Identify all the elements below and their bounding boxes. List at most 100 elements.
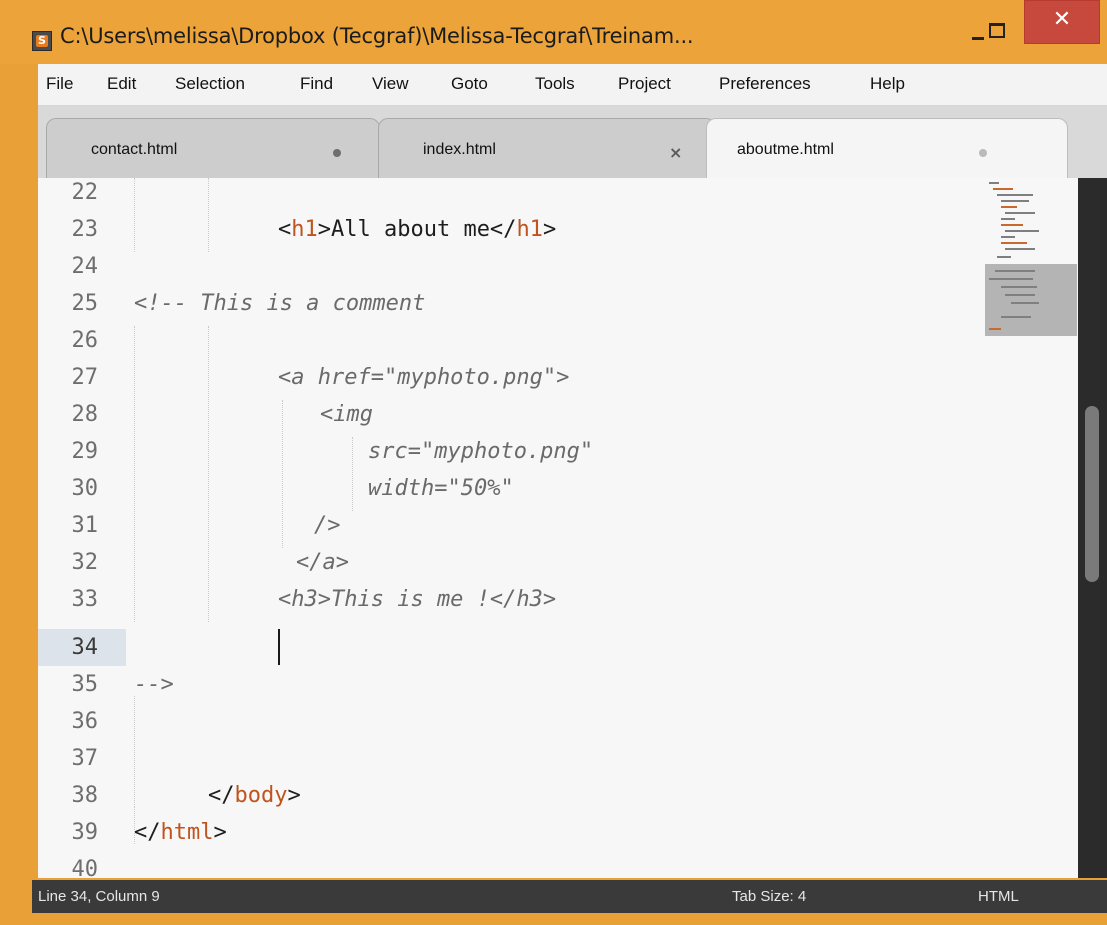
code-text: </a> — [296, 550, 349, 575]
line-number: 33 — [71, 587, 99, 612]
code-line: 30 width="50%" — [38, 470, 978, 507]
code-token: html — [160, 820, 214, 845]
status-bar: Line 34, Column 9 Tab Size: 4 HTML — [32, 880, 1107, 913]
code-line: 31 /> — [38, 507, 978, 544]
minimap-line — [989, 182, 999, 184]
close-icon: ✕ — [1052, 7, 1072, 32]
minimap-line — [1001, 200, 1029, 202]
minimap-line — [997, 194, 1033, 196]
line-number: 26 — [71, 328, 99, 353]
scrollbar-thumb[interactable] — [1085, 406, 1099, 582]
code-token: h1 — [291, 217, 318, 242]
line-number: 38 — [71, 783, 99, 808]
code-text: </html> — [134, 814, 227, 851]
line-number: 35 — [71, 672, 99, 697]
code-line: 32 </a> — [38, 544, 978, 581]
menu-goto[interactable]: Goto — [451, 74, 488, 94]
minimap-line — [989, 278, 1033, 280]
minimap-line — [1011, 302, 1039, 304]
code-line: 24 — [38, 248, 978, 285]
minimap-line — [1005, 230, 1039, 232]
close-button[interactable]: ✕ — [1024, 0, 1100, 44]
code-line: 33 <h3>This is me !</h3> — [38, 581, 978, 618]
code-text: <h3>This is me !</h3> — [278, 587, 557, 612]
tab-size-selector[interactable]: Tab Size: 4 — [732, 888, 806, 905]
code-line: 40 — [38, 851, 978, 878]
code-line: 23 <h1>All about me</h1> — [38, 211, 978, 248]
menu-project[interactable]: Project — [618, 74, 671, 94]
line-number: 36 — [71, 709, 99, 734]
minimap-line — [1005, 248, 1035, 250]
tab-close-icon[interactable]: × — [669, 143, 682, 162]
minimap[interactable] — [985, 178, 1077, 378]
menu-help[interactable]: Help — [870, 74, 905, 94]
window-bottom-border — [0, 913, 1107, 925]
minimap-line — [1001, 286, 1037, 288]
menu-edit[interactable]: Edit — [107, 74, 136, 94]
code-line: 36 — [38, 703, 978, 740]
code-token: > — [542, 217, 557, 242]
menu-find[interactable]: Find — [300, 74, 333, 94]
minimap-line — [1001, 316, 1031, 318]
minimap-line — [1005, 294, 1035, 296]
code-line: 27 <a href="myphoto.png"> — [38, 359, 978, 396]
minimap-line — [989, 328, 1001, 330]
tab-label: index.html — [423, 141, 496, 158]
minimap-line — [993, 188, 1013, 190]
code-token: h1 — [516, 217, 543, 242]
tab-aboutme-html[interactable]: aboutme.html — [706, 118, 1068, 178]
line-number: 34 — [71, 635, 99, 660]
line-number: 28 — [71, 402, 99, 427]
code-line: 29 src="myphoto.png" — [38, 433, 978, 470]
minimap-line — [995, 270, 1035, 272]
tab-index-html[interactable]: index.html × — [378, 118, 716, 178]
code-token: > — [287, 783, 301, 808]
minimap-line — [1001, 206, 1017, 208]
code-token: body — [234, 783, 288, 808]
menu-view[interactable]: View — [372, 74, 409, 94]
line-number: 31 — [71, 513, 99, 538]
code-token: < — [278, 217, 292, 242]
menu-preferences[interactable]: Preferences — [719, 74, 811, 94]
menu-selection[interactable]: Selection — [175, 74, 245, 94]
title-bar: C:\Users\melissa\Dropbox (Tecgraf)\Melis… — [0, 0, 1107, 64]
code-line: 38 </body> — [38, 777, 978, 814]
minimap-viewport[interactable] — [985, 264, 1077, 336]
maximize-icon — [989, 23, 1005, 38]
line-number: 22 — [71, 180, 99, 205]
menu-file[interactable]: File — [46, 74, 73, 94]
tab-contact-html[interactable]: contact.html — [46, 118, 380, 178]
code-line: 25 <!-- This is a comment — [38, 285, 978, 322]
minimap-line — [1001, 236, 1015, 238]
unsaved-dot-icon[interactable] — [979, 149, 987, 157]
code-text: </body> — [208, 777, 301, 814]
line-number: 39 — [71, 820, 99, 845]
menu-bar: File Edit Selection Find View Goto Tools… — [38, 64, 1107, 106]
minimap-line — [1001, 224, 1023, 226]
tab-label: contact.html — [91, 141, 178, 158]
line-number: 25 — [71, 291, 99, 316]
tab-label: aboutme.html — [737, 141, 834, 158]
line-number: 30 — [71, 476, 99, 501]
menu-tools[interactable]: Tools — [535, 74, 575, 94]
code-text: --> — [134, 672, 174, 697]
code-text: <img — [320, 402, 373, 427]
maximize-button[interactable] — [975, 18, 1019, 50]
code-text: <a href="myphoto.png"> — [278, 365, 570, 390]
line-number: 32 — [71, 550, 99, 575]
code-text: <h1>All about me</h1> — [278, 211, 556, 248]
line-number: 37 — [71, 746, 99, 771]
code-text: src="myphoto.png" — [368, 439, 594, 464]
code-line: 26 — [38, 322, 978, 359]
code-token: > — [213, 820, 227, 845]
vertical-scrollbar[interactable] — [1078, 178, 1107, 878]
code-text: <!-- This is a comment — [134, 291, 426, 316]
line-number: 29 — [71, 439, 99, 464]
minimap-line — [1001, 242, 1027, 244]
syntax-selector[interactable]: HTML — [978, 888, 1019, 905]
line-number: 23 — [71, 217, 99, 242]
unsaved-dot-icon[interactable] — [333, 149, 341, 157]
code-line: 35 --> — [38, 666, 978, 703]
code-editor[interactable]: 22 23 <h1>All about me</h1> 24 25 <!-- T… — [38, 178, 1078, 878]
code-line: 22 — [38, 178, 978, 211]
